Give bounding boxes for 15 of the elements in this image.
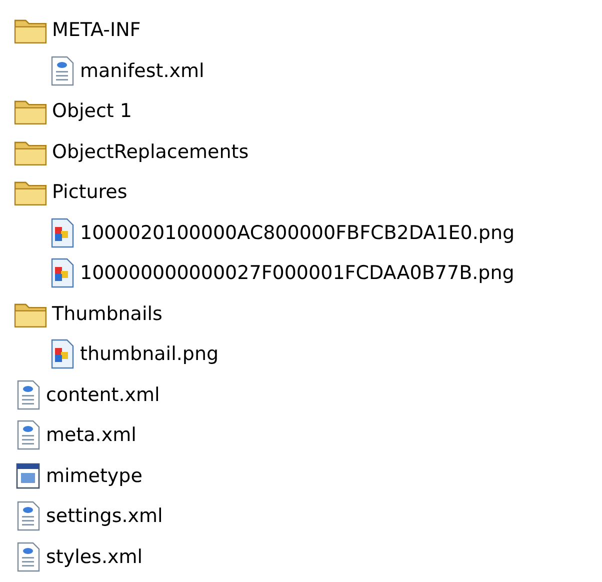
tree-item[interactable]: thumbnail.png xyxy=(80,343,219,366)
tree-item[interactable]: manifest.xml xyxy=(80,60,204,82)
tree-item[interactable]: 100000000000027F000001FCDAA0B77B.png xyxy=(80,262,514,284)
tree-item[interactable]: styles.xml xyxy=(46,546,143,568)
tree-item[interactable]: meta.xml xyxy=(46,424,136,446)
window-icon xyxy=(14,460,42,491)
tree-item[interactable]: ObjectReplacements xyxy=(52,140,249,163)
tree-item[interactable]: Thumbnails xyxy=(52,302,162,325)
tree-item[interactable]: Pictures xyxy=(52,181,128,204)
tree-item[interactable]: mimetype xyxy=(46,464,142,487)
tree-item[interactable]: META-INF xyxy=(52,19,141,42)
tree-item[interactable]: content.xml xyxy=(46,384,160,406)
tree-item[interactable]: Object 1 xyxy=(52,100,132,122)
tree-item[interactable]: settings.xml xyxy=(46,505,163,528)
tree-item[interactable]: 1000020100000AC800000FBFCB2DA1E0.png xyxy=(80,222,515,244)
